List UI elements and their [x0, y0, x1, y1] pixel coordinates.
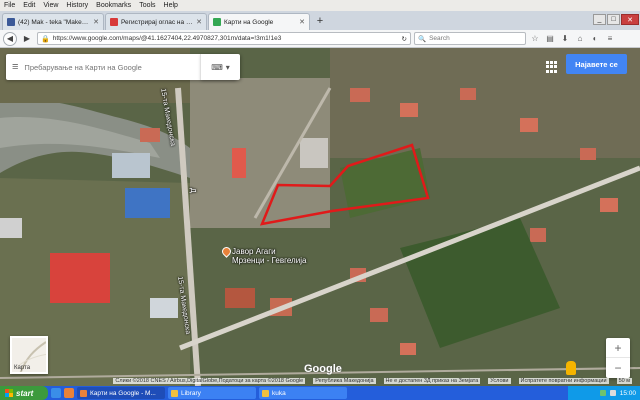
tab-google-maps[interactable]: Карти на Google ✕ — [208, 13, 310, 30]
menu-view[interactable]: View — [43, 2, 58, 9]
lock-icon: 🔒 — [41, 35, 50, 43]
search-icon: 🔍 — [418, 35, 427, 43]
minimap-label: Карта — [14, 365, 31, 371]
tray-network-icon[interactable] — [599, 390, 606, 396]
tab-title: (42) Mak - teka "Makedonka" ... — [18, 18, 90, 26]
quicklaunch-firefox-icon[interactable] — [64, 388, 74, 398]
pazar3-favicon-icon — [110, 18, 118, 26]
navigation-bar: ◀ ▶ 🔒 https://www.google.com/maps/@41.16… — [0, 30, 640, 48]
browser-search-bar[interactable]: 🔍 Search — [414, 32, 526, 45]
windows-flag-icon — [5, 389, 13, 397]
tab-title: Регистрирај оглас на Pazar3... — [121, 18, 194, 26]
menu-tools[interactable]: Tools — [139, 2, 155, 9]
clock[interactable]: 15:00 — [620, 390, 636, 397]
maximize-button[interactable]: □ — [607, 14, 620, 25]
task-title: kuka — [272, 389, 286, 397]
windows-taskbar: start Карти на Google - M... Library kuk… — [0, 386, 640, 400]
google-logo: Google — [304, 363, 342, 375]
signin-button[interactable]: Најавете се — [566, 54, 627, 74]
close-tab-icon[interactable]: ✕ — [196, 18, 202, 26]
zoom-in-button[interactable]: + — [606, 338, 630, 358]
menu-bookmarks[interactable]: Bookmarks — [96, 2, 131, 9]
place-label-line2: Мрзенци - Гевгелија — [232, 256, 307, 265]
search-placeholder: Search — [429, 35, 450, 42]
zoom-out-button[interactable]: − — [606, 358, 630, 378]
apps-grid-icon[interactable] — [546, 61, 558, 73]
menu-edit[interactable]: Edit — [23, 2, 35, 9]
new-tab-button[interactable]: + — [313, 14, 327, 28]
back-button[interactable]: ◀ — [3, 31, 17, 46]
system-tray: 15:00 — [568, 386, 640, 400]
tab-strip: (42) Mak - teka "Makedonka" ... ✕ Регист… — [0, 11, 640, 30]
taskbar-item-library[interactable]: Library — [168, 387, 256, 399]
taskbar-item-firefox[interactable]: Карти на Google - M... — [77, 387, 165, 399]
google-maps-favicon-icon — [213, 18, 221, 26]
close-tab-icon[interactable]: ✕ — [299, 18, 305, 26]
browser-window: File Edit View History Bookmarks Tools H… — [0, 0, 640, 386]
terms-link[interactable]: Услови — [488, 378, 511, 384]
url-bar[interactable]: 🔒 https://www.google.com/maps/@41.162740… — [37, 32, 411, 45]
reload-icon[interactable]: ↻ — [402, 35, 407, 43]
scale-bar[interactable]: 50 м — [616, 378, 632, 384]
task-title: Library — [181, 389, 201, 397]
no-3d-notice: Не е достапен 3Д приказ на Земјата — [383, 378, 481, 384]
country-link[interactable]: Република Македонија — [313, 378, 376, 384]
start-label: start — [16, 388, 34, 398]
keyboard-icon: ⌨ — [211, 62, 223, 72]
menu-bar: File Edit View History Bookmarks Tools H… — [0, 0, 640, 11]
place-label-line1: Јавор Агаги — [232, 247, 276, 256]
hamburger-menu-icon[interactable]: ≡ — [12, 61, 18, 73]
firefox-icon — [80, 389, 87, 397]
satellite-imagery — [0, 48, 640, 386]
menu-help[interactable]: Help — [164, 2, 178, 9]
imagery-credits: Слики ©2018 CNES / Airbus,DigitalGlobe,П… — [113, 378, 306, 384]
menu-file[interactable]: File — [4, 2, 15, 9]
close-window-button[interactable]: ✕ — [621, 14, 639, 25]
url-text: https://www.google.com/maps/@41.1627404,… — [52, 35, 282, 42]
satellite-map[interactable]: ≡ 🔍 ➤ ⌨ ▾ Најавете се Јавор Агаги Мрзенц… — [0, 48, 640, 386]
forward-button[interactable]: ▶ — [20, 32, 34, 46]
menu-history[interactable]: History — [66, 2, 88, 9]
tab-facebook[interactable]: (42) Mak - teka "Makedonka" ... ✕ — [2, 13, 104, 30]
chevron-down-icon: ▾ — [225, 62, 230, 72]
hamburger-menu-icon[interactable]: ≡ — [604, 33, 616, 45]
tab-pazar3[interactable]: Регистрирај оглас на Pazar3... ✕ — [105, 13, 207, 30]
folder-icon — [262, 389, 269, 397]
map-type-toggle[interactable]: Карта — [10, 336, 48, 374]
tray-volume-icon[interactable] — [609, 390, 616, 396]
clipboard-icon[interactable]: ▤ — [544, 33, 556, 45]
taskbar-item-kuka[interactable]: kuka — [259, 387, 347, 399]
minimize-button[interactable]: _ — [593, 14, 606, 25]
layers-button[interactable]: ⌨ ▾ — [200, 54, 240, 80]
close-tab-icon[interactable]: ✕ — [93, 18, 99, 26]
folder-icon — [171, 389, 178, 397]
maps-search-input[interactable] — [24, 62, 196, 72]
pegman-icon[interactable] — [566, 361, 576, 375]
quicklaunch-ie-icon[interactable] — [51, 388, 61, 398]
home-icon[interactable]: ⌂ — [574, 33, 586, 45]
download-icon[interactable]: ⬇ — [559, 33, 571, 45]
feedback-link[interactable]: Испратете повратни информации — [518, 378, 609, 384]
zoom-control: + − — [606, 338, 630, 378]
tab-title: Карти на Google — [224, 18, 274, 26]
facebook-favicon-icon — [7, 18, 15, 26]
pocket-icon[interactable]: ◐ — [589, 33, 601, 45]
task-title: Карти на Google - M... — [90, 389, 156, 397]
attribution-bar: Слики ©2018 CNES / Airbus,DigitalGlobe,П… — [0, 376, 640, 386]
star-icon[interactable]: ☆ — [529, 33, 541, 45]
place-label[interactable]: Јавор Агаги Мрзенци - Гевгелија — [232, 247, 306, 265]
start-button[interactable]: start — [0, 386, 48, 400]
road-label: Д — [189, 188, 196, 193]
